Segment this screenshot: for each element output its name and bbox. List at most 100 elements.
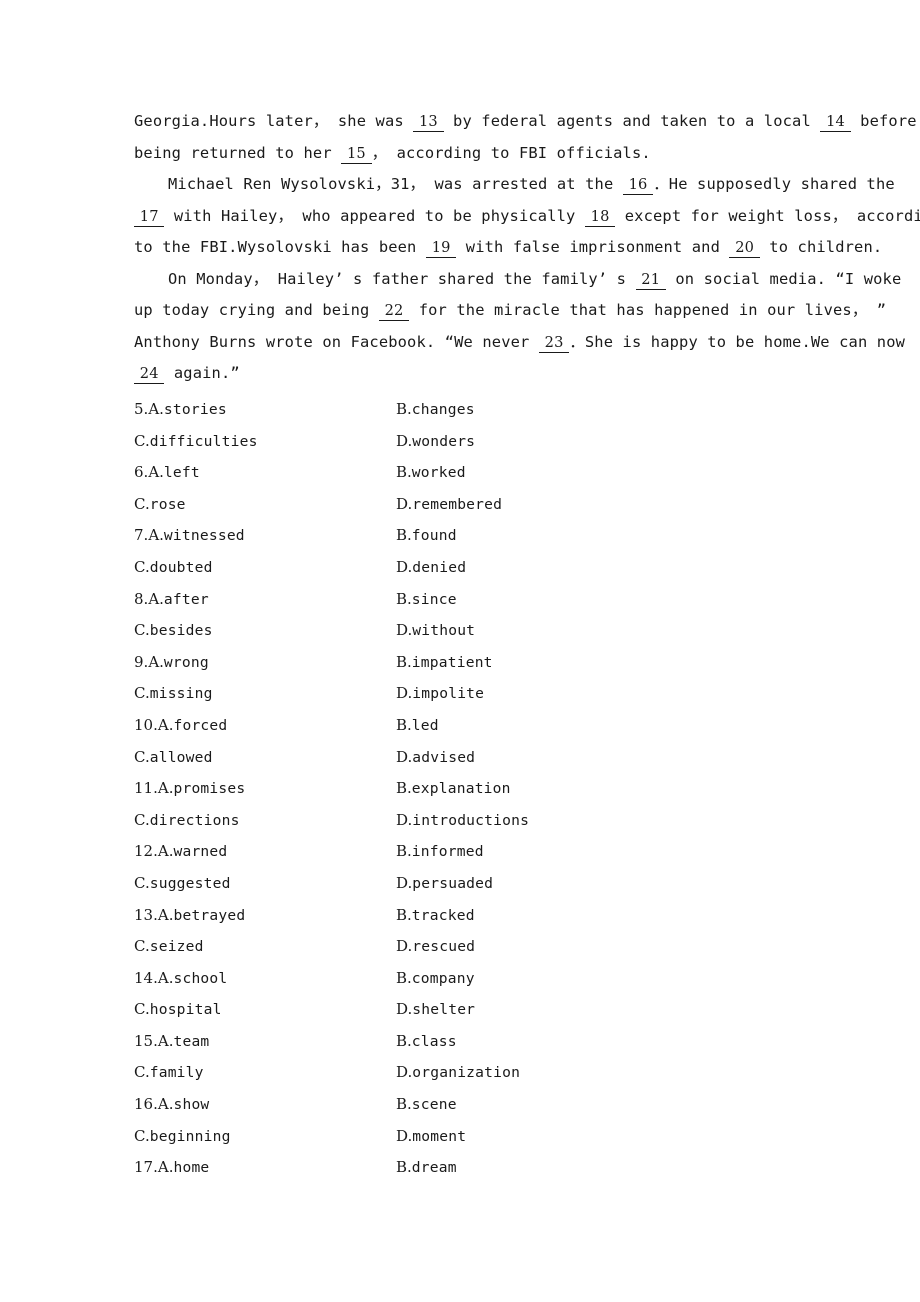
option-10-a[interactable]: 10.A.forced <box>134 710 227 742</box>
option-word: wonders <box>412 432 476 450</box>
cloze-blank-23: 23 <box>538 333 570 353</box>
option-16-c[interactable]: C.beginning <box>134 1121 231 1153</box>
option-6-b[interactable]: B.worked <box>396 457 466 489</box>
option-12-d[interactable]: D.persuaded <box>396 868 493 900</box>
passage-text: Georgia.Hours later， she was <box>134 112 414 130</box>
option-word: organization <box>412 1064 521 1082</box>
option-word: impatient <box>411 653 493 671</box>
option-13-a[interactable]: 13.A.betrayed <box>134 900 245 932</box>
option-word: company <box>411 969 475 987</box>
option-17-a[interactable]: 17.A.home <box>134 1152 209 1184</box>
option-8-d[interactable]: D.without <box>396 615 475 647</box>
option-number: 5. <box>134 400 149 418</box>
option-7-a[interactable]: 7.A.witnessed <box>134 520 245 552</box>
option-12-c[interactable]: C.suggested <box>134 868 231 900</box>
passage-text: Anthony Burns wrote on Facebook. “We nev… <box>134 332 539 351</box>
option-17-b[interactable]: B.dream <box>396 1152 457 1184</box>
option-7-d[interactable]: D.denied <box>396 552 466 584</box>
option-letter: D. <box>396 621 413 640</box>
option-word: found <box>411 527 457 545</box>
option-12-b[interactable]: B.informed <box>396 836 484 868</box>
option-5-a[interactable]: 5.A.stories <box>134 394 227 426</box>
option-letter: A. <box>148 526 164 545</box>
option-11-b[interactable]: B.explanation <box>396 773 511 805</box>
option-7-c[interactable]: C.doubted <box>134 552 213 584</box>
option-10-b[interactable]: B.led <box>396 710 439 742</box>
option-7-b[interactable]: B.found <box>396 520 457 552</box>
option-6-a[interactable]: 6.A.left <box>134 457 200 489</box>
option-16-d[interactable]: D.moment <box>396 1121 466 1153</box>
option-letter: A. <box>148 652 164 671</box>
option-letter: D. <box>396 747 413 766</box>
option-9-a[interactable]: 9.A.wrong <box>134 647 209 679</box>
option-9-b[interactable]: B.impatient <box>396 647 493 679</box>
option-15-c[interactable]: C.family <box>134 1057 204 1089</box>
option-5-c[interactable]: C.difficulties <box>134 426 258 458</box>
option-letter: A. <box>157 1158 174 1177</box>
option-row: C.allowed D.advised <box>134 742 828 774</box>
option-letter: D. <box>396 1000 413 1019</box>
option-letter: D. <box>396 557 413 576</box>
option-letter: A. <box>157 1031 174 1050</box>
option-16-a[interactable]: 16.A.show <box>134 1089 209 1121</box>
option-row: 5.A.stories B.changes <box>134 394 828 426</box>
option-letter: C. <box>134 1126 150 1145</box>
option-15-a[interactable]: 15.A.team <box>134 1026 209 1058</box>
option-9-c[interactable]: C.missing <box>134 678 213 710</box>
option-14-a[interactable]: 14.A.school <box>134 963 227 995</box>
option-word: promises <box>173 780 246 798</box>
option-row: 12.A.warned B.informed <box>134 836 828 868</box>
option-word: besides <box>149 622 213 640</box>
option-10-c[interactable]: C.allowed <box>134 742 213 774</box>
option-row: C.hospital D.shelter <box>134 994 828 1026</box>
passage-line: to the FBI.Wysolovski has been 19 with f… <box>134 232 882 264</box>
option-letter: A. <box>157 968 174 987</box>
cloze-blank-24: 24 <box>134 365 165 384</box>
option-12-a[interactable]: 12.A.warned <box>134 836 227 868</box>
passage-text: up today crying and being <box>134 301 379 319</box>
option-letter: B. <box>396 779 412 798</box>
option-6-c[interactable]: C.rose <box>134 489 186 521</box>
option-5-d[interactable]: D.wonders <box>396 426 475 458</box>
option-10-d[interactable]: D.advised <box>396 742 475 774</box>
option-14-b[interactable]: B.company <box>396 963 475 995</box>
option-word: doubted <box>149 558 213 576</box>
option-6-d[interactable]: D.remembered <box>396 489 502 521</box>
option-11-a[interactable]: 11.A.promises <box>134 773 245 805</box>
option-word: rescued <box>412 938 476 956</box>
option-5-b[interactable]: B.changes <box>396 394 475 426</box>
option-15-b[interactable]: B.class <box>396 1026 457 1058</box>
option-word: without <box>412 622 476 640</box>
option-row: 7.A.witnessed B.found <box>134 520 828 552</box>
passage-text: before <box>850 112 917 130</box>
passage-line: Georgia.Hours later， she was 13 by feder… <box>134 106 917 138</box>
option-14-c[interactable]: C.hospital <box>134 994 222 1026</box>
option-letter: A. <box>148 589 164 608</box>
options-list: 5.A.stories B.changes C.difficulties D.wond… <box>134 394 828 1184</box>
option-15-d[interactable]: D.organization <box>396 1057 520 1089</box>
option-word: family <box>149 1064 204 1082</box>
option-word: hospital <box>149 1001 222 1019</box>
option-letter: D. <box>396 494 413 513</box>
option-row: 16.A.show B.scene <box>134 1089 828 1121</box>
option-row: C.family D.organization <box>134 1057 828 1089</box>
option-8-a[interactable]: 8.A.after <box>134 584 209 616</box>
passage-text: ．He supposedly shared the <box>653 175 895 193</box>
option-14-d[interactable]: D.shelter <box>396 994 475 1026</box>
option-11-c[interactable]: C.directions <box>134 805 240 837</box>
option-number: 15. <box>134 1031 158 1050</box>
option-8-b[interactable]: B.since <box>396 584 457 616</box>
option-13-c[interactable]: C.seized <box>134 931 204 963</box>
option-word: allowed <box>149 748 213 766</box>
option-letter: A. <box>157 905 174 924</box>
option-9-d[interactable]: D.impolite <box>396 678 484 710</box>
option-word: explanation <box>411 780 511 798</box>
option-letter: B. <box>396 968 412 987</box>
option-8-c[interactable]: C.besides <box>134 615 213 647</box>
option-13-b[interactable]: B.tracked <box>396 900 475 932</box>
option-number: 10. <box>134 715 158 734</box>
option-13-d[interactable]: D.rescued <box>396 931 475 963</box>
option-row: C.suggested D.persuaded <box>134 868 828 900</box>
option-16-b[interactable]: B.scene <box>396 1089 457 1121</box>
option-11-d[interactable]: D.introductions <box>396 805 529 837</box>
